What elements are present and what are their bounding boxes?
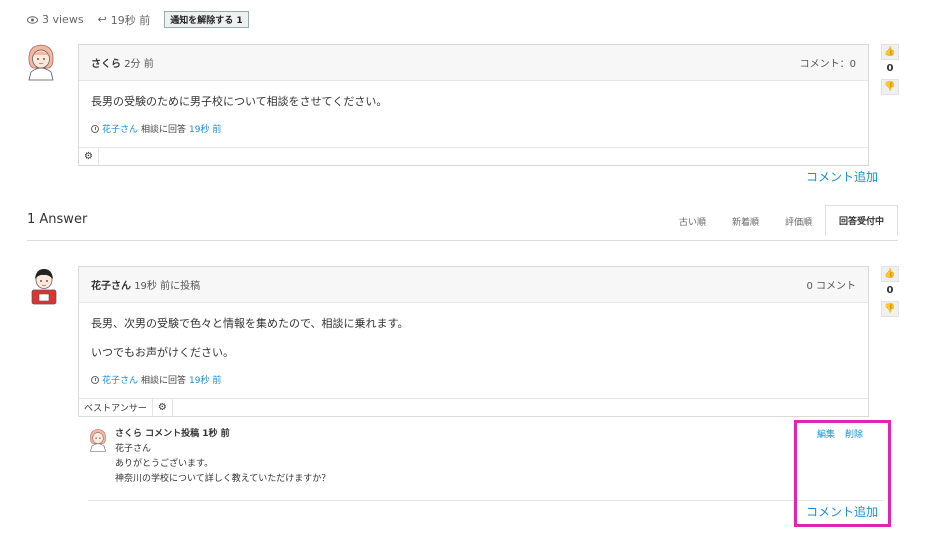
answered-time-link[interactable]: 19秒 前 bbox=[189, 122, 221, 135]
answer-comment-count: 0 コメント bbox=[806, 281, 856, 292]
answer-author[interactable]: 花子さん bbox=[91, 281, 131, 292]
answer-answered-info: 花子さん 相談に回答 19秒 前 bbox=[91, 373, 856, 386]
answer-card-footer: ベストアンサー ⚙ bbox=[79, 398, 868, 416]
question-body: 長男の受験のために男子校について相談をさせてください。 花子さん 相談に回答 1… bbox=[79, 81, 868, 143]
answer-body: 長男、次男の受験で色々と情報を集めたので、相談に乗れます。 いつでもお声がけくだ… bbox=[79, 303, 868, 394]
answer-card-header: 花子さん 19秒 前に投稿 0 コメント bbox=[79, 267, 868, 303]
question-text: 長男の受験のために男子校について相談をさせてください。 bbox=[91, 95, 388, 108]
best-answer-button[interactable]: ベストアンサー bbox=[79, 399, 153, 416]
question-meta: 3 views ↩ 19秒 前 通知を解除する 1 bbox=[27, 11, 249, 28]
answer-card: 花子さん 19秒 前に投稿 0 コメント 長男、次男の受験で色々と情報を集めたの… bbox=[78, 266, 869, 417]
clock-icon bbox=[91, 375, 99, 384]
answer-text-line-2: いつでもお声がけください。 bbox=[91, 346, 234, 359]
question-vote-count: 0 bbox=[886, 63, 894, 74]
question-card: さくら 2分 前 コメント：0 長男の受験のために男子校について相談をさせてくだ… bbox=[78, 44, 869, 166]
answered-user-link[interactable]: 花子さん bbox=[102, 373, 138, 386]
thumbs-down-icon[interactable]: 👎 bbox=[881, 301, 899, 317]
answered-user-link[interactable]: 花子さん bbox=[102, 122, 138, 135]
answered-text: 相談に回答 bbox=[141, 376, 187, 386]
thumbs-up-icon[interactable]: 👍 bbox=[881, 266, 899, 282]
question-answered-info: 花子さん 相談に回答 19秒 前 bbox=[91, 122, 856, 135]
answered-text: 相談に回答 bbox=[141, 125, 187, 135]
question-card-header: さくら 2分 前 コメント：0 bbox=[79, 45, 868, 81]
views: 3 views bbox=[27, 13, 84, 26]
clock-icon bbox=[91, 124, 99, 133]
highlight-annotation-box bbox=[794, 420, 891, 527]
posted-time-text: 19秒 前 bbox=[110, 13, 151, 27]
answer-comment: さくら コメント投稿 1秒 前 花子さん ありがとうございます。 神奈川の学校に… bbox=[88, 425, 883, 501]
answer-author-avatar bbox=[31, 269, 57, 305]
tab-oldest[interactable]: 古い順 bbox=[666, 207, 719, 236]
views-count: 3 views bbox=[42, 13, 84, 26]
comment-author-avatar bbox=[90, 429, 106, 452]
tab-newest[interactable]: 新着順 bbox=[719, 207, 772, 236]
answered-time-link[interactable]: 19秒 前 bbox=[189, 373, 221, 386]
comment-line-1: 花子さん bbox=[115, 444, 152, 454]
question-add-comment-link[interactable]: コメント追加 bbox=[806, 168, 878, 185]
answers-divider bbox=[27, 240, 898, 241]
thumbs-up-icon[interactable]: 👍 bbox=[881, 44, 899, 60]
eye-icon bbox=[27, 15, 38, 24]
tab-rating[interactable]: 評価順 bbox=[772, 207, 825, 236]
gear-icon[interactable]: ⚙ bbox=[79, 148, 99, 165]
question-vote: 👍 0 👎 bbox=[880, 44, 900, 95]
tab-accepting[interactable]: 回答受付中 bbox=[824, 205, 898, 236]
reply-icon: ↩ bbox=[97, 13, 107, 26]
answer-sort-tabs: 古い順 新着順 評価順 回答受付中 bbox=[666, 205, 898, 236]
answer-vote: 👍 0 👎 bbox=[880, 266, 900, 317]
comment-line-2: ありがとうございます。 bbox=[115, 459, 214, 469]
posted-time: ↩ 19秒 前 bbox=[98, 12, 151, 28]
question-card-footer: ⚙ bbox=[79, 147, 868, 165]
question-author[interactable]: さくら bbox=[91, 59, 121, 70]
answer-vote-count: 0 bbox=[886, 285, 894, 296]
comment-header: さくら コメント投稿 1秒 前 bbox=[115, 429, 230, 439]
answer-time: 19秒 前に投稿 bbox=[134, 281, 201, 292]
question-author-avatar bbox=[28, 44, 54, 81]
question-time: 2分 前 bbox=[124, 59, 154, 70]
comment-body: さくら コメント投稿 1秒 前 花子さん ありがとうございます。 神奈川の学校に… bbox=[115, 427, 330, 487]
unsubscribe-notification-button[interactable]: 通知を解除する 1 bbox=[164, 11, 249, 28]
answer-text-line-1: 長男、次男の受験で色々と情報を集めたので、相談に乗れます。 bbox=[91, 317, 409, 330]
answers-count-title: 1 Answer bbox=[27, 212, 88, 227]
question-comment-count: コメント：0 bbox=[799, 59, 856, 70]
gear-icon[interactable]: ⚙ bbox=[153, 399, 173, 416]
comment-line-3: 神奈川の学校について詳しく教えていただけますか？ bbox=[115, 474, 331, 484]
thumbs-down-icon[interactable]: 👎 bbox=[881, 79, 899, 95]
